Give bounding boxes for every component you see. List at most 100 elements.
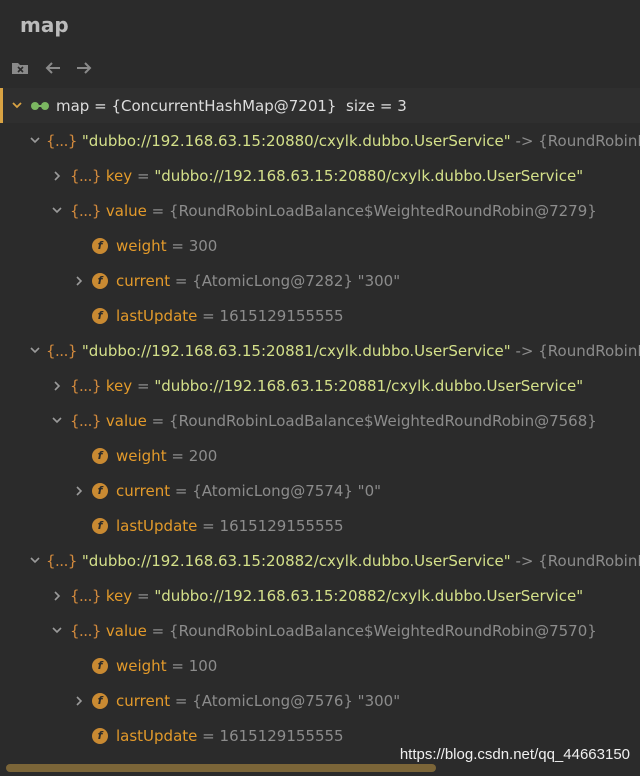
- equals: =: [136, 376, 150, 395]
- current-label: current: [116, 271, 171, 290]
- root-size: size = 3: [346, 96, 407, 115]
- entry-value: {RoundRobinLoad: [538, 551, 640, 570]
- tree-row-weight[interactable]: f weight = 200: [0, 438, 640, 473]
- tree-row-value[interactable]: {...} value = {RoundRobinLoadBalance$Weig…: [0, 613, 640, 648]
- tree-row-current[interactable]: f current = {AtomicLong@7574} "0": [0, 473, 640, 508]
- equals: =: [171, 236, 184, 255]
- entry-arrow: ->: [515, 341, 534, 360]
- current-label: current: [116, 481, 171, 500]
- tree-row-lastupdate[interactable]: f lastUpdate = 1615129155555: [0, 508, 640, 543]
- variables-tree: map = {ConcurrentHashMap@7201} size = 3 …: [0, 88, 640, 760]
- forward-arrow-icon[interactable]: [72, 57, 96, 79]
- value-label: value: [105, 201, 147, 220]
- weight-label: weight: [116, 656, 167, 675]
- lastupdate-label: lastUpdate: [116, 306, 198, 325]
- object-icon: {...}: [46, 341, 77, 360]
- entry-value: {RoundRobinLoad: [538, 341, 640, 360]
- lastupdate-label: lastUpdate: [116, 516, 198, 535]
- current-value: {AtomicLong@7576} "300": [192, 691, 401, 710]
- object-icon: {...}: [70, 411, 101, 430]
- field-icon: f: [92, 237, 108, 254]
- chevron-right-icon[interactable]: [72, 694, 86, 708]
- current-value: {AtomicLong@7282} "300": [192, 271, 401, 290]
- panel-header: map: [0, 0, 640, 48]
- tree-row-key[interactable]: {...} key = "dubbo://192.168.63.15:20882/…: [0, 578, 640, 613]
- equals: =: [151, 411, 165, 430]
- field-icon: f: [92, 727, 108, 744]
- entry-key: "dubbo://192.168.63.15:20882/cxylk.dubbo…: [81, 551, 511, 570]
- key-label: key: [105, 376, 133, 395]
- equals: =: [151, 621, 165, 640]
- weight-label: weight: [116, 236, 167, 255]
- chevron-down-icon[interactable]: [50, 624, 64, 638]
- lastupdate-value: 1615129155555: [219, 726, 344, 745]
- value-label: value: [105, 411, 147, 430]
- tree-row-entry[interactable]: {...} "dubbo://192.168.63.15:20880/cxylk.…: [0, 123, 640, 158]
- object-icon: {...}: [70, 586, 101, 605]
- key-label: key: [105, 166, 133, 185]
- value-label: value: [105, 621, 147, 640]
- close-folder-icon[interactable]: [8, 57, 32, 79]
- watermark: https://blog.csdn.net/qq_44663150: [399, 746, 630, 763]
- field-icon: f: [92, 482, 108, 499]
- entry-key: "dubbo://192.168.63.15:20880/cxylk.dubbo…: [81, 131, 511, 150]
- equals: =: [202, 726, 215, 745]
- key-label: key: [105, 586, 133, 605]
- horizontal-scrollbar-thumb[interactable]: [6, 764, 436, 772]
- chevron-down-icon[interactable]: [50, 414, 64, 428]
- toolbar: [0, 54, 640, 84]
- chevron-right-icon[interactable]: [50, 379, 64, 393]
- object-icon: {...}: [70, 376, 101, 395]
- tree-row-weight[interactable]: f weight = 100: [0, 648, 640, 683]
- equals: =: [151, 201, 165, 220]
- field-icon: f: [92, 307, 108, 324]
- chevron-right-icon[interactable]: [72, 274, 86, 288]
- equals: =: [202, 306, 215, 325]
- equals: =: [202, 516, 215, 535]
- tree-row-value[interactable]: {...} value = {RoundRobinLoadBalance$Weig…: [0, 193, 640, 228]
- entry-value: {RoundRobinLoad: [538, 131, 640, 150]
- chevron-down-icon[interactable]: [30, 134, 40, 148]
- tree-row-key[interactable]: {...} key = "dubbo://192.168.63.15:20881/…: [0, 368, 640, 403]
- root-name: map: [56, 96, 90, 115]
- entry-arrow: ->: [515, 131, 534, 150]
- key-value: "dubbo://192.168.63.15:20882/cxylk.dubbo…: [154, 586, 584, 605]
- tree-row-weight[interactable]: f weight = 300: [0, 228, 640, 263]
- tree-row-entry[interactable]: {...} "dubbo://192.168.63.15:20881/cxylk.…: [0, 333, 640, 368]
- chevron-right-icon[interactable]: [72, 484, 86, 498]
- chevron-right-icon[interactable]: [50, 169, 64, 183]
- tree-row-current[interactable]: f current = {AtomicLong@7576} "300": [0, 683, 640, 718]
- field-icon: f: [92, 692, 108, 709]
- lastupdate-value: 1615129155555: [219, 306, 344, 325]
- tree-row-current[interactable]: f current = {AtomicLong@7282} "300": [0, 263, 640, 298]
- tree-row-value[interactable]: {...} value = {RoundRobinLoadBalance$Weig…: [0, 403, 640, 438]
- field-icon: f: [92, 272, 108, 289]
- object-icon: {...}: [70, 166, 101, 185]
- equals: =: [174, 691, 188, 710]
- current-value: {AtomicLong@7574} "0": [192, 481, 382, 500]
- tree-row-lastupdate[interactable]: f lastUpdate = 1615129155555: [0, 298, 640, 333]
- equals: =: [174, 481, 188, 500]
- chevron-down-icon[interactable]: [30, 554, 40, 568]
- field-icon: f: [92, 517, 108, 534]
- root-value: {ConcurrentHashMap@7201}: [111, 96, 337, 115]
- tree-row-entry[interactable]: {...} "dubbo://192.168.63.15:20882/cxylk.…: [0, 543, 640, 578]
- equals: =: [174, 271, 188, 290]
- object-icon: {...}: [70, 201, 101, 220]
- tree-row-root[interactable]: map = {ConcurrentHashMap@7201} size = 3: [0, 88, 640, 123]
- tree-row-key[interactable]: {...} key = "dubbo://192.168.63.15:20880/…: [0, 158, 640, 193]
- chevron-right-icon[interactable]: [50, 589, 64, 603]
- value-value: {RoundRobinLoadBalance$WeightedRoundRobi…: [169, 621, 597, 640]
- value-value: {RoundRobinLoadBalance$WeightedRoundRobi…: [169, 411, 597, 430]
- chevron-down-icon[interactable]: [50, 204, 64, 218]
- key-value: "dubbo://192.168.63.15:20880/cxylk.dubbo…: [154, 166, 584, 185]
- chevron-down-icon[interactable]: [10, 99, 24, 113]
- object-icon: {...}: [46, 551, 77, 570]
- field-icon: f: [92, 447, 108, 464]
- chevron-down-icon[interactable]: [30, 344, 40, 358]
- weight-value: 200: [188, 446, 218, 465]
- object-icon: {...}: [46, 131, 77, 150]
- key-value: "dubbo://192.168.63.15:20881/cxylk.dubbo…: [154, 376, 584, 395]
- back-arrow-icon[interactable]: [41, 57, 65, 79]
- root-eq: =: [94, 96, 107, 115]
